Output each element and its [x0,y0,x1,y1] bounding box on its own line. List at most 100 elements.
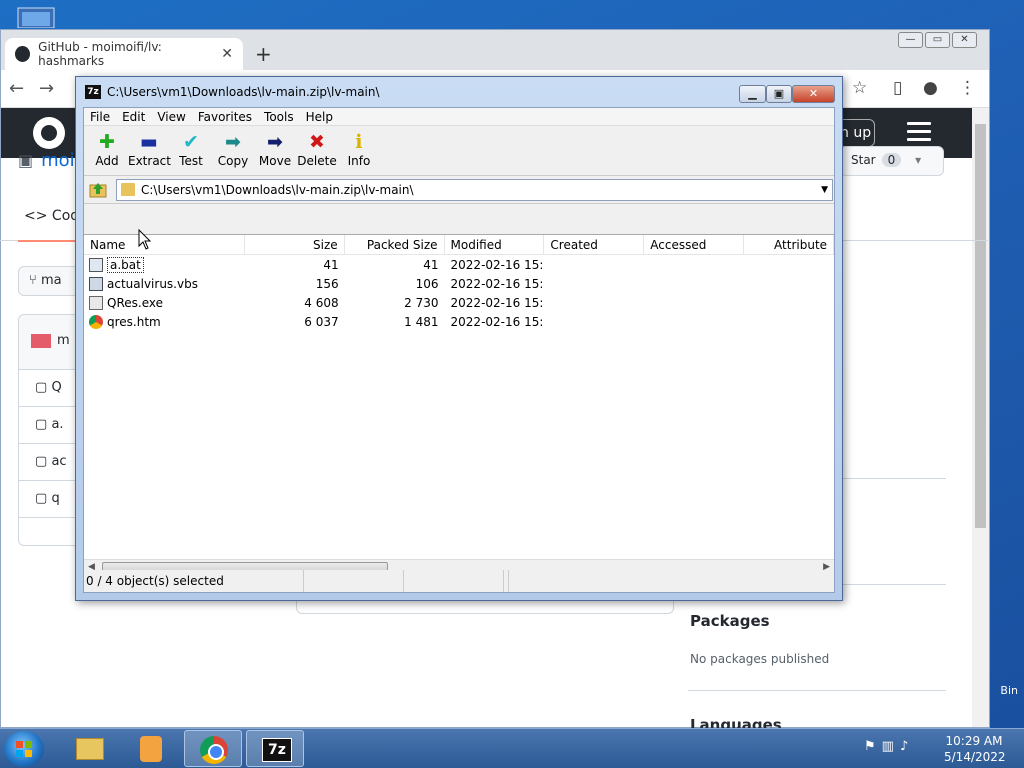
file-name-cell[interactable]: qres.htm [84,314,245,329]
sevenzip-close-button[interactable]: ✕ [792,85,835,103]
chrome-tab-strip: GitHub - moimoifi/lv: hashmarks ✕ + — ▭ … [1,30,989,70]
file-size: 6 037 [304,314,339,329]
sevenzip-menubar: File Edit View Favorites Tools Help [84,108,834,126]
path-input[interactable]: C:\Users\vm1\Downloads\lv-main.zip\lv-ma… [116,179,833,201]
chrome-window-controls: — ▭ ✕ [898,32,977,48]
file-name: actualvirus.vbs [107,276,198,291]
file-icon: ▢ [35,454,48,469]
info-button[interactable]: ℹ Info [338,126,380,175]
packages-title[interactable]: Packages [690,612,770,630]
side-panel-icon[interactable]: ▯ [893,78,902,98]
column-attributes[interactable]: Attribute [744,235,834,254]
column-packed-size[interactable]: Packed Size [345,235,445,254]
clock[interactable]: 10:29 AM 5/14/2022 [944,733,1006,765]
back-arrow-icon[interactable]: ← [9,78,24,99]
bookmark-star-icon[interactable]: ☆ [852,78,867,98]
move-label: Move [258,154,292,168]
chrome-maximize-button[interactable]: ▭ [925,32,950,48]
github-favicon-icon [15,46,31,62]
chrome-minimize-button[interactable]: — [898,32,923,48]
menu-view[interactable]: View [151,108,191,125]
status-pane [404,570,504,592]
table-row[interactable]: a.bat 41 41 2022-02-16 15:46 [84,255,834,274]
repo-owner-link[interactable]: ▣ moi [18,150,75,171]
table-row[interactable]: qres.htm 6 037 1 481 2022-02-16 15:46 [84,312,834,331]
test-button[interactable]: ✔ Test [170,126,212,175]
column-modified[interactable]: Modified [445,235,545,254]
profile-avatar-icon[interactable]: ● [923,78,938,98]
menu-file[interactable]: File [84,108,116,125]
desktop-computer-icon[interactable] [14,6,62,29]
move-button[interactable]: ➡ Move [254,126,296,175]
file-name-cell[interactable]: a.bat [84,256,245,273]
start-button[interactable] [4,731,44,767]
list-header: Name Size Packed Size Modified Created A… [84,235,834,255]
star-dropdown-icon[interactable]: ▾ [915,153,921,167]
chrome-html-icon [89,314,103,329]
file-row-name[interactable]: Q [51,380,61,395]
menu-favorites[interactable]: Favorites [192,108,258,125]
file-row-name[interactable]: a. [51,417,63,432]
menu-tools[interactable]: Tools [258,108,300,125]
chrome-vertical-scrollbar[interactable] [972,108,989,727]
copy-label: Copy [217,154,249,168]
table-row[interactable]: actualvirus.vbs 156 106 2022-02-16 15:46 [84,274,834,293]
file-packed-size: 106 [415,276,439,291]
delete-icon: ✖ [309,131,325,153]
chrome-close-button[interactable]: ✕ [952,32,977,48]
extract-icon: ▬ [140,131,158,153]
github-logo-icon[interactable] [33,117,65,149]
status-pane [504,570,509,592]
forward-arrow-icon[interactable]: → [39,78,54,99]
delete-button[interactable]: ✖ Delete [296,126,338,175]
hamburger-menu-icon[interactable] [907,122,931,146]
tab-code[interactable]: <> Cod [24,208,79,224]
file-packed-size: 2 730 [404,295,439,310]
mouse-cursor-icon [138,228,152,251]
star-button[interactable]: Star 0 ▾ [840,146,944,176]
new-tab-button[interactable]: + [255,42,272,66]
file-size: 4 608 [304,295,339,310]
sevenzip-maximize-button[interactable]: ▣ [766,85,792,103]
sevenzip-client-area: File Edit View Favorites Tools Help ✚ Add… [83,107,835,593]
sevenzip-titlebar[interactable]: 7z C:\Users\vm1\Downloads\lv-main.zip\lv… [83,77,835,107]
file-name: a.bat [107,256,144,273]
column-created[interactable]: Created [544,235,645,254]
flag-icon[interactable]: ⚑ [864,739,876,754]
taskbar-media-player[interactable] [122,730,180,767]
column-name[interactable]: Name [84,235,245,254]
volume-icon[interactable]: ♪ [900,739,908,754]
file-name-cell[interactable]: actualvirus.vbs [84,276,245,291]
network-icon[interactable]: ▥ [882,739,894,754]
menu-edit[interactable]: Edit [116,108,151,125]
extract-label: Extract [128,154,171,168]
recycle-bin-label[interactable]: Bin [994,680,1024,701]
column-size[interactable]: Size [245,235,345,254]
file-name-cell[interactable]: QRes.exe [84,295,245,310]
status-pane [304,570,404,592]
add-button[interactable]: ✚ Add [86,126,128,175]
path-dropdown-icon[interactable]: ▼ [821,180,828,200]
taskbar-explorer[interactable] [60,730,118,767]
scrollbar-thumb[interactable] [975,124,986,528]
file-row-name[interactable]: ac [51,454,66,469]
delete-label: Delete [297,154,337,168]
taskbar-chrome[interactable] [184,730,242,767]
file-row-name[interactable]: q [51,491,59,506]
clock-date: 5/14/2022 [944,750,1006,764]
chrome-menu-icon[interactable]: ⋮ [959,78,976,98]
taskbar-7zip[interactable]: 7z [246,730,304,767]
column-accessed[interactable]: Accessed [644,235,745,254]
chrome-tab-github[interactable]: GitHub - moimoifi/lv: hashmarks ✕ [5,38,243,70]
copy-button[interactable]: ➡ Copy [212,126,254,175]
folder-up-icon[interactable] [88,179,108,199]
move-icon: ➡ [267,131,283,153]
table-row[interactable]: QRes.exe 4 608 2 730 2022-02-16 15:46 [84,293,834,312]
sidebar-divider [688,690,946,691]
sevenzip-window-controls: ▁ ▣ ✕ [739,85,835,103]
star-label: Star [851,153,876,167]
extract-button[interactable]: ▬ Extract [128,126,171,175]
sevenzip-minimize-button[interactable]: ▁ [739,85,766,103]
menu-help[interactable]: Help [300,108,339,125]
tab-close-icon[interactable]: ✕ [221,46,233,62]
